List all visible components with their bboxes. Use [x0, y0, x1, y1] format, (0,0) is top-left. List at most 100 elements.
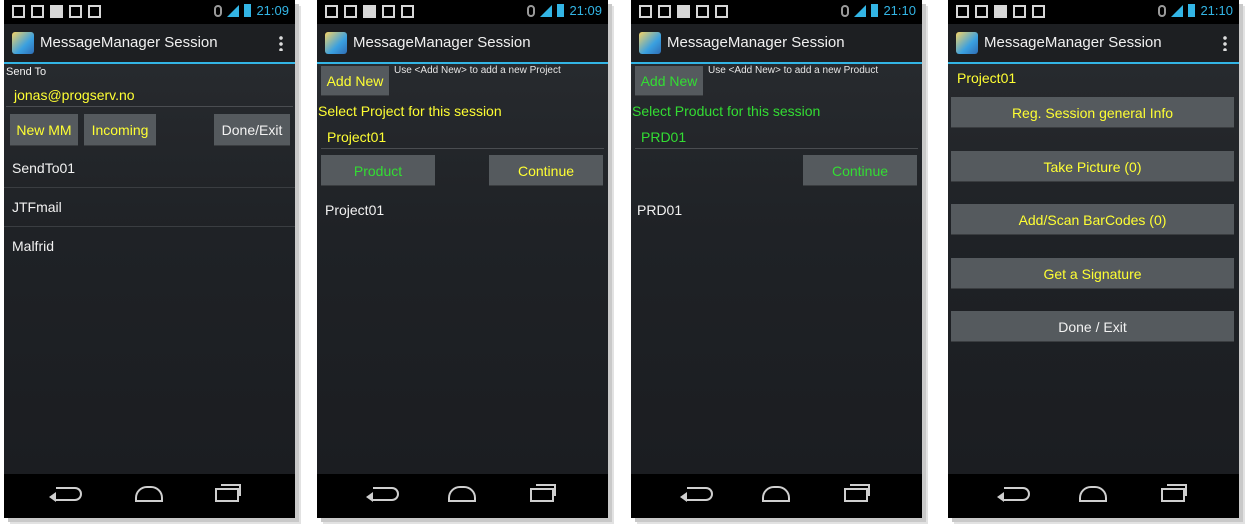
- bluetooth-icon: [214, 4, 223, 17]
- image-icon: [31, 5, 44, 18]
- back-icon[interactable]: [56, 487, 82, 501]
- add-new-button[interactable]: Add New: [635, 66, 703, 96]
- usb-icon: [382, 5, 395, 18]
- home-icon[interactable]: [448, 486, 476, 502]
- back-icon[interactable]: [687, 487, 713, 501]
- app-logo-icon: [639, 32, 661, 54]
- upload-icon: [12, 5, 25, 18]
- navigation-bar: [631, 474, 922, 518]
- project-name-label: Project01: [957, 70, 1017, 86]
- app-logo-icon: [12, 32, 34, 54]
- recent-apps-icon[interactable]: [1161, 484, 1187, 502]
- done-exit-button[interactable]: Done / Exit: [951, 311, 1234, 342]
- list-item[interactable]: Malfrid: [4, 227, 295, 265]
- home-icon[interactable]: [1079, 486, 1107, 502]
- status-bar: 21:09: [317, 0, 608, 24]
- signal-icon: [854, 4, 867, 17]
- upload-icon: [344, 5, 357, 18]
- list-item[interactable]: PRD01: [631, 191, 922, 229]
- back-icon[interactable]: [373, 487, 399, 501]
- battery-icon: [557, 4, 565, 17]
- action-bar: MessageManager Session: [631, 24, 922, 64]
- upload-icon: [658, 5, 671, 18]
- status-bar: 21:09: [4, 0, 295, 24]
- image-icon: [325, 5, 338, 18]
- image-icon: [956, 5, 969, 18]
- usb-icon: [696, 5, 709, 18]
- project-selector[interactable]: Project01: [321, 126, 604, 149]
- android-icon: [401, 5, 414, 18]
- notification-icon: [50, 5, 63, 18]
- recent-apps-icon[interactable]: [215, 484, 241, 502]
- app-title: MessageManager Session: [40, 34, 218, 51]
- product-button[interactable]: Product: [321, 155, 435, 186]
- add-new-button[interactable]: Add New: [321, 66, 389, 96]
- action-bar: MessageManager Session: [948, 24, 1239, 64]
- continue-button[interactable]: Continue: [489, 155, 603, 186]
- incoming-button[interactable]: Incoming: [84, 114, 156, 146]
- image-icon: [639, 5, 652, 18]
- notification-icon: [363, 5, 376, 18]
- back-icon[interactable]: [1004, 487, 1030, 501]
- phone-screen-send-to: 21:09 MessageManager Session Send To jon…: [4, 0, 295, 518]
- app-logo-icon: [325, 32, 347, 54]
- home-icon[interactable]: [762, 486, 790, 502]
- add-scan-barcodes-button[interactable]: Add/Scan BarCodes (0): [951, 204, 1234, 235]
- android-icon: [88, 5, 101, 18]
- phone-screen-select-project: 21:09 MessageManager Session Add New Use…: [317, 0, 608, 518]
- status-time: 21:09: [256, 3, 289, 18]
- select-project-label: Select Project for this session: [318, 103, 502, 119]
- upload-icon: [975, 5, 988, 18]
- phone-screen-select-product: 21:10 MessageManager Session Add New Use…: [631, 0, 922, 518]
- navigation-bar: [4, 474, 295, 518]
- take-picture-button[interactable]: Take Picture (0): [951, 151, 1234, 182]
- android-icon: [715, 5, 728, 18]
- signal-icon: [1171, 4, 1184, 17]
- new-mm-button[interactable]: New MM: [10, 114, 78, 146]
- status-bar: 21:10: [631, 0, 922, 24]
- overflow-menu-icon[interactable]: [279, 35, 283, 51]
- app-title: MessageManager Session: [667, 34, 845, 51]
- get-signature-button[interactable]: Get a Signature: [951, 258, 1234, 289]
- continue-button[interactable]: Continue: [803, 155, 917, 186]
- overflow-menu-icon[interactable]: [1223, 35, 1227, 51]
- select-product-label: Select Product for this session: [632, 103, 821, 119]
- action-bar: MessageManager Session: [4, 24, 295, 64]
- done-exit-button[interactable]: Done/Exit: [214, 114, 290, 146]
- status-time: 21:09: [569, 3, 602, 18]
- app-logo-icon: [956, 32, 978, 54]
- bluetooth-icon: [841, 4, 850, 17]
- android-icon: [1032, 5, 1045, 18]
- product-selector[interactable]: PRD01: [635, 126, 918, 149]
- action-bar: MessageManager Session: [317, 24, 608, 64]
- send-to-label: Send To: [6, 66, 47, 78]
- recent-apps-icon[interactable]: [530, 484, 556, 502]
- app-title: MessageManager Session: [984, 34, 1162, 51]
- email-field[interactable]: jonas@progserv.no: [6, 84, 293, 107]
- recent-apps-icon[interactable]: [844, 484, 870, 502]
- usb-icon: [69, 5, 82, 18]
- notification-icon: [994, 5, 1007, 18]
- signal-icon: [540, 4, 553, 17]
- signal-icon: [227, 4, 240, 17]
- app-title: MessageManager Session: [353, 34, 531, 51]
- battery-icon: [871, 4, 879, 17]
- list-item[interactable]: JTFmail: [4, 188, 295, 227]
- bluetooth-icon: [527, 4, 536, 17]
- status-time: 21:10: [883, 3, 916, 18]
- status-bar: 21:10: [948, 0, 1239, 24]
- list-item[interactable]: SendTo01: [4, 149, 295, 188]
- add-new-hint: Use <Add New> to add a new Project: [394, 65, 561, 76]
- notification-icon: [677, 5, 690, 18]
- phone-screen-session-menu: 21:10 MessageManager Session Project01 R…: [948, 0, 1239, 518]
- list-item[interactable]: Project01: [317, 191, 608, 229]
- reg-session-info-button[interactable]: Reg. Session general Info: [951, 97, 1234, 128]
- add-new-hint: Use <Add New> to add a new Product: [708, 65, 879, 76]
- home-icon[interactable]: [135, 486, 163, 502]
- usb-icon: [1013, 5, 1026, 18]
- navigation-bar: [948, 474, 1239, 518]
- status-time: 21:10: [1200, 3, 1233, 18]
- battery-icon: [244, 4, 252, 17]
- navigation-bar: [317, 474, 608, 518]
- battery-icon: [1188, 4, 1196, 17]
